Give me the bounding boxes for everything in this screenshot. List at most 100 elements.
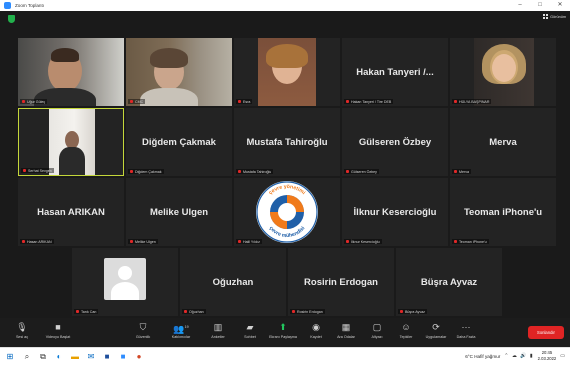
- microphone-muted-icon: 🎙: [16, 322, 28, 332]
- file-explorer-icon[interactable]: ▬: [70, 352, 80, 362]
- task-view-icon[interactable]: ⧉: [38, 352, 48, 362]
- mic-muted-icon: [238, 99, 241, 104]
- tray-icons[interactable]: ⌃ ☁ 🔊 ▮: [504, 353, 533, 359]
- security-button[interactable]: ⛉ Güvenlik: [124, 321, 162, 339]
- participant-tile-mustafa[interactable]: Mustafa Tahiroğlu Mustafa Tahiroğlu: [234, 108, 340, 176]
- participants-button[interactable]: 👥19 Katılımcılar: [162, 321, 200, 339]
- caption-label: Altyazı: [371, 335, 383, 339]
- mic-muted-icon: [130, 99, 133, 104]
- participant-tile-halil[interactable]: çevre yönetimi çevre mühendisi Halil Yıl…: [234, 178, 340, 246]
- avatar-body-icon: [111, 282, 139, 300]
- participant-video-hair: [150, 48, 188, 68]
- zoom-app-icon: [4, 2, 11, 9]
- cevre-muhendisi-logo: çevre yönetimi çevre mühendisi: [256, 181, 318, 243]
- participant-display-name: Büşra Ayvaz: [420, 276, 478, 288]
- meeting-gallery: Görünüm Uğur Güleç CMC Esra Hakan Tanyer…: [0, 11, 570, 318]
- participant-tile-hasan[interactable]: Hasan ARIKAN Hasan ARIKAN: [18, 178, 124, 246]
- participant-tile-rosirin[interactable]: Rosirin Erdogan Rosirin Erdogan: [288, 248, 394, 316]
- participant-display-name: Teoman iPhone'u: [463, 206, 543, 218]
- close-button[interactable]: ✕: [550, 0, 570, 11]
- clock-date: 2.03.2022: [537, 356, 557, 361]
- participant-display-name: Mustafa Tahiroğlu: [246, 136, 328, 148]
- end-meeting-button[interactable]: Sonlandır: [528, 326, 564, 339]
- chrome-icon[interactable]: ●: [134, 352, 144, 362]
- caption-icon: ▢: [372, 322, 382, 332]
- start-video-button[interactable]: ■ Videoyu Başlat: [39, 321, 77, 339]
- mic-muted-icon: [346, 99, 349, 104]
- participant-tile-cmc[interactable]: CMC: [126, 38, 232, 106]
- participant-name-label: Büşra Ayvaz: [398, 309, 427, 314]
- more-button[interactable]: ··· Daha Fazla: [447, 321, 485, 339]
- participant-tile-serhat[interactable]: Serhat Sevgen: [18, 108, 124, 176]
- windows-start-icon[interactable]: ⊞: [5, 352, 15, 362]
- participant-name-label: Oğuzhan: [182, 309, 206, 314]
- meeting-toolbar: 🎙 Sesi aç ■ Videoyu Başlat ⛉ Güvenlik 👥1…: [0, 318, 570, 347]
- clock[interactable]: 20:45 2.03.2022: [538, 350, 557, 362]
- mic-muted-icon: [130, 239, 133, 244]
- participant-name-label: Gülseren Özbey: [344, 169, 379, 174]
- mic-muted-icon: [184, 309, 187, 314]
- participant-name-label: Serhat Sevgen: [21, 168, 54, 173]
- participant-display-name: Oğuzhan: [212, 276, 254, 288]
- participant-tile-gulseren[interactable]: Gülseren Özbey Gülseren Özbey: [342, 108, 448, 176]
- participant-name-label: Uğur Güleç: [20, 99, 48, 104]
- participant-name-label: Teoman iPhone'u: [452, 239, 489, 244]
- mic-muted-icon: [23, 168, 26, 173]
- participant-name-label: Hasan ARIKAN: [20, 239, 54, 244]
- share-screen-icon: ⬆: [279, 322, 287, 332]
- shield-icon: ⛉: [139, 322, 147, 332]
- breakout-rooms-label: Ara Odalar: [337, 335, 355, 339]
- participant-video-hair: [51, 48, 79, 62]
- mic-muted-icon: [292, 309, 295, 314]
- participant-display-name: Rosirin Erdogan: [304, 276, 378, 288]
- participant-tile-hulya[interactable]: HÜLYA BAŞPINAR: [450, 38, 556, 106]
- participant-tile-esra[interactable]: Esra: [234, 38, 340, 106]
- participant-name-label: İlknur Kesercioğlu: [344, 239, 382, 244]
- word-icon[interactable]: ■: [102, 352, 112, 362]
- start-video-label: Videoyu Başlat: [45, 335, 71, 339]
- mic-muted-icon: [454, 169, 457, 174]
- participant-tile-ilknur[interactable]: İlknur Kesercioğlu İlknur Kesercioğlu: [342, 178, 448, 246]
- participant-display-name: İlknur Kesercioğlu: [353, 206, 437, 218]
- maximize-button[interactable]: □: [530, 0, 550, 11]
- participant-tile-ugur[interactable]: Uğur Güleç: [18, 38, 124, 106]
- participant-display-name: Gülseren Özbey: [358, 136, 432, 148]
- grid-icon: [543, 14, 549, 19]
- participants-icon: 👥19: [173, 324, 189, 334]
- participant-tile-oguzhan[interactable]: Oğuzhan Oğuzhan: [180, 248, 286, 316]
- avatar-head-icon: [118, 266, 132, 280]
- participant-name-label: Tarık Can: [74, 309, 99, 314]
- notification-icon[interactable]: ▭: [560, 353, 566, 359]
- participant-name-label: HÜLYA BAŞPINAR: [452, 99, 492, 104]
- participant-name-label: CMC: [128, 99, 146, 104]
- unmute-button[interactable]: 🎙 Sesi aç: [3, 321, 41, 339]
- gallery-view-button[interactable]: Görünüm: [543, 14, 566, 19]
- participant-video-shirt: [59, 147, 85, 175]
- participant-tile-hakan[interactable]: Hakan Tanyeri /... Hakan Tanyeri / Tire …: [342, 38, 448, 106]
- participant-tile-melike[interactable]: Melike Ulgen Melike Ulgen: [126, 178, 232, 246]
- participant-tile-digdem[interactable]: Diğdem Çakmak Diğdem Çakmak: [126, 108, 232, 176]
- mail-icon[interactable]: ✉: [86, 352, 96, 362]
- participant-count: 19: [184, 325, 189, 329]
- weather-widget[interactable]: 6°C Hafif yağmur: [465, 354, 500, 359]
- mic-muted-icon: [130, 169, 133, 174]
- participant-tile-tarik[interactable]: Tarık Can: [72, 248, 178, 316]
- search-icon[interactable]: ⌕: [22, 352, 32, 362]
- encryption-shield-icon[interactable]: [8, 15, 15, 23]
- zoom-taskbar-icon[interactable]: ■: [118, 352, 128, 362]
- record-label: Kaydet: [310, 335, 322, 339]
- mic-muted-icon: [76, 309, 79, 314]
- mic-muted-icon: [454, 99, 457, 104]
- participant-tile-merva[interactable]: Merva Merva: [450, 108, 556, 176]
- mic-muted-icon: [346, 239, 349, 244]
- security-label: Güvenlik: [135, 335, 151, 339]
- polls-icon: ▥: [213, 322, 223, 332]
- window-controls: – □ ✕: [510, 0, 570, 11]
- record-icon: ◉: [312, 322, 320, 332]
- participant-tile-busra[interactable]: Büşra Ayvaz Büşra Ayvaz: [396, 248, 502, 316]
- edge-browser-icon[interactable]: ◐: [54, 352, 64, 362]
- minimize-button[interactable]: –: [510, 0, 530, 11]
- mic-muted-icon: [346, 169, 349, 174]
- participant-tile-teoman[interactable]: Teoman iPhone'u Teoman iPhone'u: [450, 178, 556, 246]
- avatar-placeholder: [104, 258, 146, 300]
